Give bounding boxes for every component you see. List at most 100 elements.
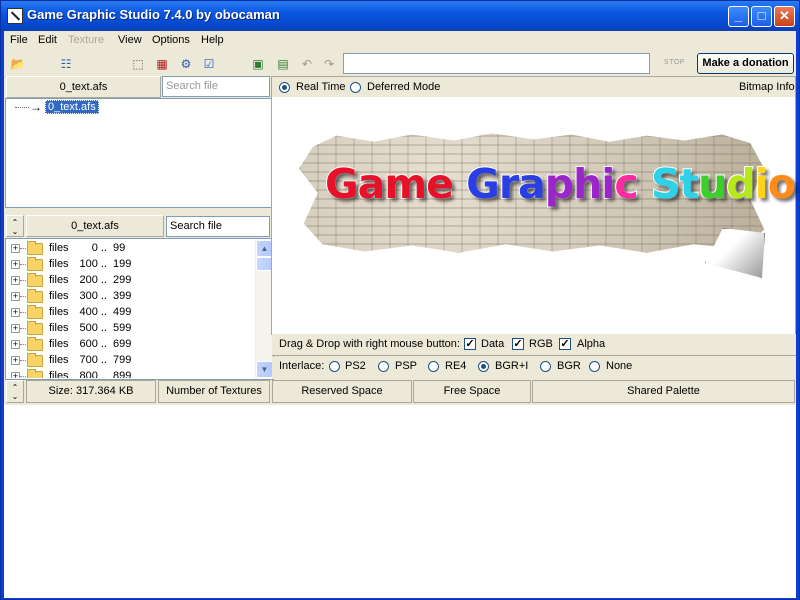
rgb-checkbox[interactable]: ✓ [512, 338, 524, 350]
select-frame-icon[interactable]: ⬚ [130, 56, 146, 72]
folder-icon [27, 305, 43, 319]
title-bar[interactable]: Game Graphic Studio 7.4.0 by obocaman _ … [1, 1, 799, 31]
ps2-radio[interactable] [329, 361, 340, 372]
list-item[interactable]: + files 200 .. 299 [7, 273, 255, 289]
folder-icon [27, 321, 43, 335]
donate-button[interactable]: Make a donation [697, 53, 794, 74]
arrow-right-icon: → [30, 100, 42, 114]
list-item[interactable]: + files 600 .. 699 [7, 337, 255, 353]
image-icon[interactable]: ▤ [275, 56, 291, 72]
logo-letter: a [357, 159, 387, 209]
menu-options[interactable]: Options [152, 34, 190, 46]
status-spin[interactable]: ⌃ ⌄ [6, 380, 24, 403]
list-item[interactable]: + files 800 .. 899 [7, 369, 255, 378]
expand-plus-icon[interactable]: + [11, 340, 20, 349]
top-search-input[interactable]: Search file [162, 76, 270, 97]
alpha-label: Alpha [577, 338, 606, 350]
list-item[interactable]: + files 100 .. 199 [7, 257, 255, 273]
lower-file-label[interactable]: 0_text.afs [26, 215, 164, 237]
checklist-icon[interactable]: ☑ [201, 56, 217, 72]
top-file-label[interactable]: 0_text.afs [6, 76, 161, 98]
gear-icon[interactable]: ⚙ [178, 56, 194, 72]
folder-icon [27, 273, 43, 287]
list-item[interactable]: + files 700 .. 799 [7, 353, 255, 369]
lower-search-input[interactable]: Search file [166, 216, 270, 237]
texture-preview: Game Graphic Studio [273, 98, 797, 334]
real-time-radio[interactable] [279, 82, 290, 93]
scroll-down-icon[interactable]: ▼ [256, 361, 273, 378]
logo-letter: S [650, 159, 681, 209]
alpha-checkbox[interactable]: ✓ [559, 338, 571, 350]
folder-icon [27, 289, 43, 303]
menu-view[interactable]: View [118, 34, 142, 46]
psp-radio[interactable] [378, 361, 389, 372]
menu-bar: File Edit Texture View Options Help [4, 31, 796, 50]
bgr-radio[interactable] [540, 361, 551, 372]
re4-radio[interactable] [428, 361, 439, 372]
undo-icon: ↶ [301, 57, 313, 71]
maximize-button[interactable]: □ [751, 6, 772, 27]
logo-letter: e [425, 159, 455, 209]
list-scrollbar[interactable]: ▲ ▼ [255, 240, 273, 378]
palette-bar-icon[interactable]: ▦ [154, 56, 170, 72]
folder-icon [27, 241, 43, 255]
expand-plus-icon[interactable]: + [11, 260, 20, 269]
bgr-i-radio[interactable] [478, 361, 489, 372]
expand-plus-icon[interactable]: + [11, 372, 20, 378]
status-reserved: Reserved Space [272, 380, 412, 403]
expand-plus-icon[interactable]: + [11, 308, 20, 317]
bgr-i-label: BGR+I [495, 360, 529, 372]
menu-edit[interactable]: Edit [38, 34, 57, 46]
logo-text: Game Graphic Studio [324, 159, 797, 209]
psp-label: PSP [395, 360, 418, 372]
logo-letter: u [697, 159, 728, 209]
expand-plus-icon[interactable]: + [11, 356, 20, 365]
menu-file[interactable]: File [10, 34, 28, 46]
expand-plus-icon[interactable]: + [11, 244, 20, 253]
open-folder-icon[interactable]: 📂 [10, 56, 26, 72]
data-checkbox[interactable]: ✓ [464, 338, 476, 350]
logo-letter [638, 160, 651, 208]
dragdrop-label: Drag & Drop with right mouse button: [279, 338, 460, 350]
tree-view-icon[interactable]: ☷ [58, 56, 74, 72]
bitmap-info-button[interactable]: Bitmap Info [739, 81, 795, 93]
menu-help[interactable]: Help [201, 34, 224, 46]
spin-up-down[interactable]: ⌃ ⌄ [6, 215, 24, 237]
list-item[interactable]: + files 0 .. 99 [7, 241, 255, 257]
texture-canvas[interactable] [4, 405, 796, 598]
logo-letter [453, 160, 466, 208]
bgr-label: BGR [557, 360, 581, 372]
list-item[interactable]: + files 300 .. 399 [7, 289, 255, 305]
list-item[interactable]: + files 400 .. 499 [7, 305, 255, 321]
expand-plus-icon[interactable]: + [11, 324, 20, 333]
none-radio[interactable] [589, 361, 600, 372]
file-list[interactable]: + files 0 .. 99 + files 100 .. 199 + files 200 .… [7, 240, 255, 378]
data-label: Data [481, 338, 505, 350]
folder-icon [27, 257, 43, 271]
minimize-button[interactable]: _ [728, 6, 749, 27]
expand-plus-icon[interactable]: + [11, 276, 20, 285]
logo-letter: o [767, 159, 797, 209]
rgb-label: RGB [529, 338, 553, 350]
logo-letter: i [754, 159, 770, 209]
logo-letter: d [725, 159, 756, 209]
folder-icon [27, 353, 43, 367]
list-item[interactable]: + files 500 .. 599 [7, 321, 255, 337]
address-input[interactable] [343, 53, 650, 74]
logo-letter: m [383, 159, 428, 209]
status-palette: Shared Palette [532, 380, 795, 403]
image-fit-icon[interactable]: ▣ [250, 56, 266, 72]
expand-plus-icon[interactable]: + [11, 292, 20, 301]
tree-connector [15, 107, 29, 108]
real-time-label: Real Time [296, 81, 346, 93]
app-icon[interactable] [7, 8, 23, 24]
logo-letter: r [498, 159, 520, 209]
logo-letter: G [465, 159, 501, 209]
tree-root-item[interactable]: 0_text.afs [45, 100, 99, 114]
status-free: Free Space [413, 380, 531, 403]
top-tree-pane[interactable] [5, 98, 272, 208]
deferred-mode-radio[interactable] [350, 82, 361, 93]
deferred-mode-label: Deferred Mode [367, 81, 441, 93]
close-button[interactable]: ✕ [774, 6, 795, 27]
logo-letter: t [678, 159, 700, 209]
